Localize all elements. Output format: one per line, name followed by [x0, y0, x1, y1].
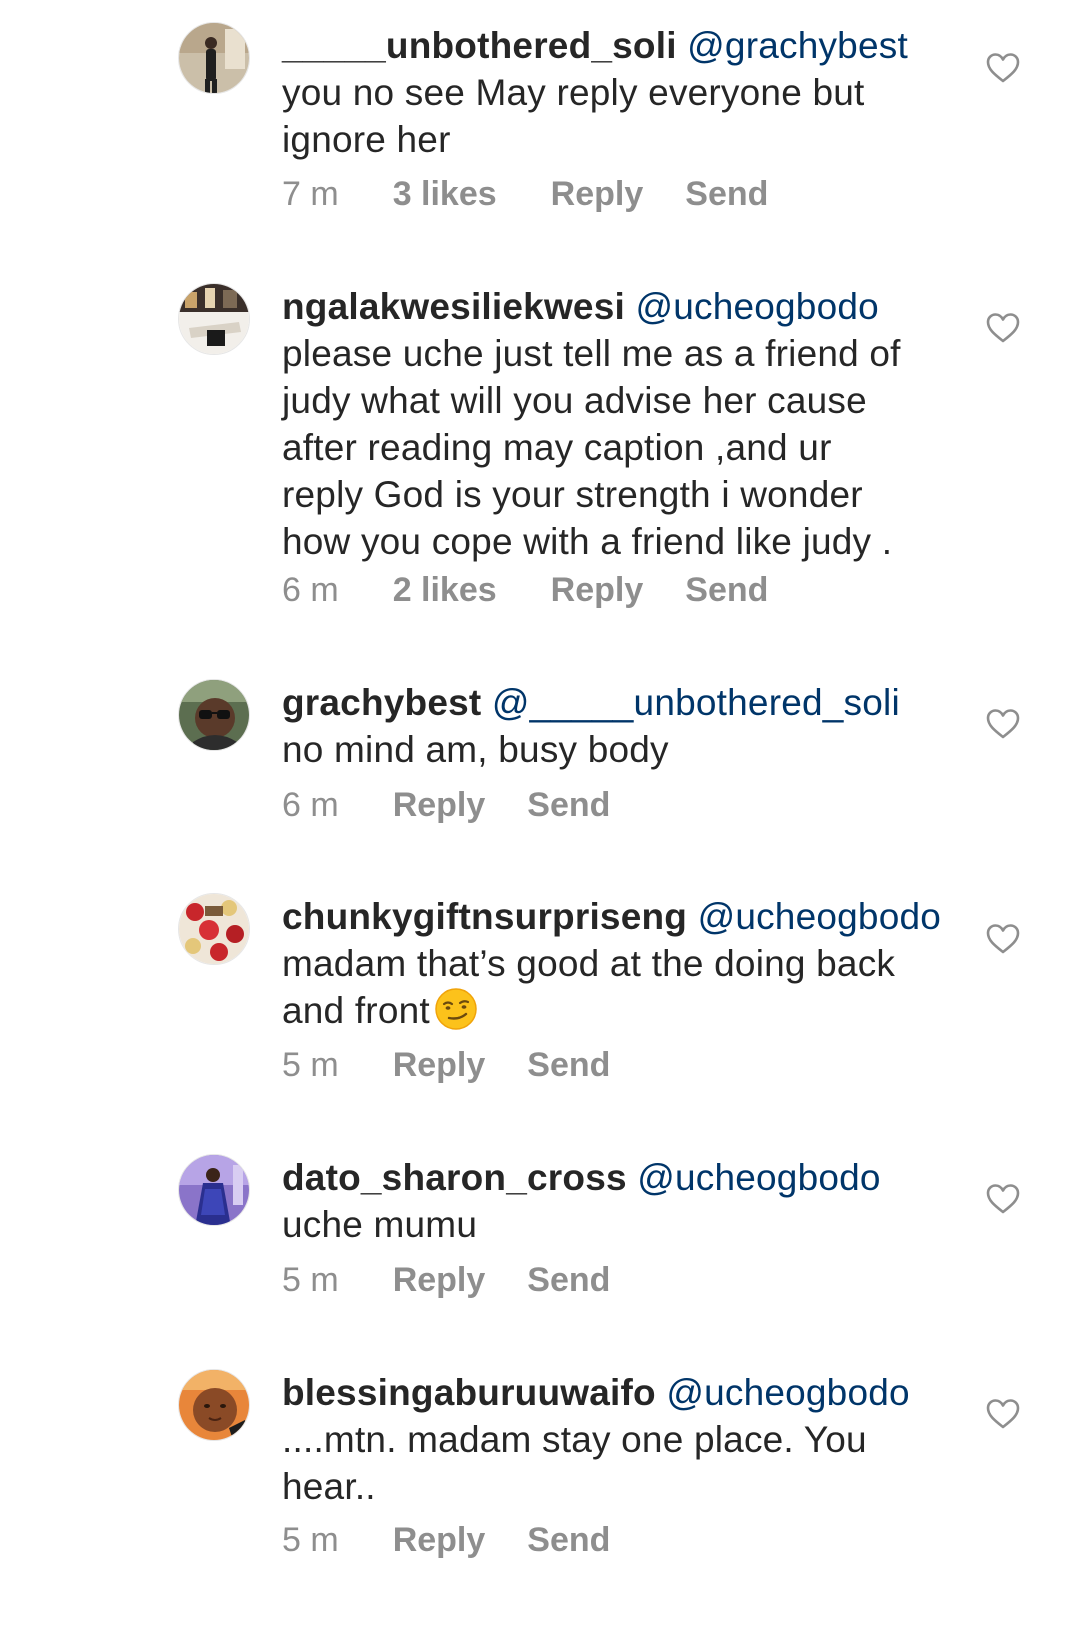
reply-button[interactable]: Reply [393, 1521, 486, 1560]
comment-mention[interactable]: @ucheogbodo [637, 1157, 880, 1198]
avatar[interactable] [178, 283, 250, 355]
avatar[interactable] [178, 1369, 250, 1441]
comment-mention[interactable]: @grachybest [687, 25, 908, 66]
send-button[interactable]: Send [527, 1261, 610, 1300]
comment-mention[interactable]: @_____unbothered_soli [492, 682, 900, 723]
comment-username[interactable]: _____unbothered_soli [282, 25, 677, 66]
avatar[interactable] [178, 893, 250, 965]
comment-timestamp: 6 m [282, 785, 339, 824]
avatar[interactable] [178, 1154, 250, 1226]
send-button[interactable]: Send [527, 1046, 610, 1085]
comment-mention[interactable]: @ucheogbodo [666, 1372, 909, 1413]
heart-icon[interactable] [986, 708, 1020, 740]
comment-text-line: how you cope with a friend like judy . [282, 521, 893, 562]
comment-timestamp: 7 m [282, 174, 339, 213]
comment-timestamp: 5 m [282, 1045, 339, 1084]
avatar[interactable] [178, 679, 250, 751]
comment-text-line: after reading may caption ,and ur [282, 427, 832, 468]
comment-username[interactable]: dato_sharon_cross [282, 1157, 627, 1198]
send-button[interactable]: Send [527, 786, 610, 825]
smirking-face-emoji [434, 987, 478, 1031]
heart-icon[interactable] [986, 923, 1020, 955]
comment-text-line: and front [282, 990, 430, 1031]
comment-likes-count[interactable]: 3 likes [393, 175, 497, 214]
comment-text-line: madam that’s good at the doing back [282, 943, 896, 984]
comment-text-line: ....mtn. madam stay one place. You [282, 1419, 867, 1460]
reply-button[interactable]: Reply [551, 571, 644, 610]
reply-button[interactable]: Reply [393, 1261, 486, 1300]
heart-icon[interactable] [986, 52, 1020, 84]
comment-text-line: you no see May reply everyone but [282, 72, 865, 113]
reply-button[interactable]: Reply [551, 175, 644, 214]
send-button[interactable]: Send [685, 571, 768, 610]
comment-text-line: uche mumu [282, 1204, 478, 1245]
avatar[interactable] [178, 22, 250, 94]
comment-username[interactable]: chunkygiftnsurpriseng [282, 896, 687, 937]
comment-timestamp: 5 m [282, 1260, 339, 1299]
send-button[interactable]: Send [685, 175, 768, 214]
comment-username[interactable]: ngalakwesiliekwesi [282, 286, 625, 327]
heart-icon[interactable] [986, 312, 1020, 344]
reply-button[interactable]: Reply [393, 786, 486, 825]
comment-text-line: no mind am, busy body [282, 729, 669, 770]
comment-text-line: please uche just tell me as a friend of [282, 333, 901, 374]
comment-text-line: judy what will you advise her cause [282, 380, 867, 421]
comment-username[interactable]: blessingaburuuwaifo [282, 1372, 656, 1413]
comment-username[interactable]: grachybest [282, 682, 481, 723]
comment-mention[interactable]: @ucheogbodo [635, 286, 878, 327]
comment-text-line: ignore her [282, 119, 451, 160]
heart-icon[interactable] [986, 1398, 1020, 1430]
comments-list: _____unbothered_soli @grachybest you no … [0, 0, 1080, 1626]
send-button[interactable]: Send [527, 1521, 610, 1560]
comment-likes-count[interactable]: 2 likes [393, 571, 497, 610]
reply-button[interactable]: Reply [393, 1046, 486, 1085]
heart-icon[interactable] [986, 1183, 1020, 1215]
comment-text-line: hear.. [282, 1466, 376, 1507]
comment-mention[interactable]: @ucheogbodo [698, 896, 941, 937]
comment-text-line: reply God is your strength i wonder [282, 474, 863, 515]
comment-timestamp: 6 m [282, 570, 339, 609]
comment-timestamp: 5 m [282, 1520, 339, 1559]
